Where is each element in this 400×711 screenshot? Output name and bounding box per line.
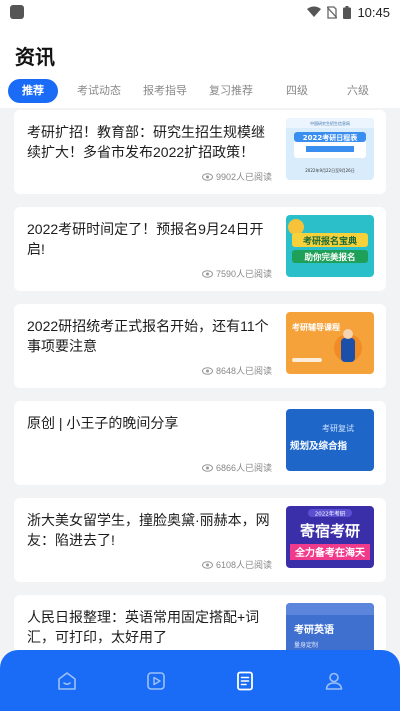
svg-text:考研复试: 考研复试 — [322, 423, 354, 433]
article-thumbnail: 考研辅导课程 — [286, 312, 374, 374]
tab-cet4[interactable]: 四级 — [272, 79, 322, 103]
article-card[interactable]: 原创 | 小王子的晚间分享 6866人已阅读 考研复试 规划及综合指 — [14, 401, 386, 485]
article-thumbnail: 2022年考研 寄宿考研 全力备考在海天 — [286, 506, 374, 568]
page-title: 资讯 — [15, 47, 55, 69]
article-title: 人民日报整理：英语常用固定搭配+词汇，可打印，太好用了 — [27, 609, 260, 645]
category-tabs: 推荐 考试动态 报考指导 复习推荐 四级 六级 — [0, 78, 400, 104]
article-title: 原创 | 小王子的晚间分享 — [27, 415, 179, 431]
svg-text:寄宿考研: 寄宿考研 — [300, 522, 360, 540]
article-thumbnail: 考研报名宝典 助你完美报名 — [286, 215, 374, 277]
svg-text:量身定制: 量身定制 — [294, 641, 318, 649]
article-views: 8648人已阅读 — [201, 364, 272, 377]
article-thumbnail: 考研复试 规划及综合指 — [286, 409, 374, 471]
header: 资讯 推荐 考试动态 报考指导 复习推荐 四级 六级 — [0, 24, 400, 108]
article-views-text: 7590人已阅读 — [215, 269, 272, 279]
svg-text:全力备考在海天: 全力备考在海天 — [294, 546, 366, 559]
article-views: 9902人已阅读 — [201, 170, 272, 183]
nav-video[interactable] — [136, 661, 176, 701]
article-thumbnail: 中国研究生招生信息网 2022考研日程表 2022年9月22日至9月26日 — [286, 118, 374, 180]
svg-text:中国研究生招生信息网: 中国研究生招生信息网 — [310, 120, 350, 126]
article-views: 6866人已阅读 — [201, 461, 272, 474]
svg-text:2022年9月22日至9月26日: 2022年9月22日至9月26日 — [305, 167, 354, 173]
svg-text:助你完美报名: 助你完美报名 — [304, 252, 355, 263]
article-title: 2022研招统考正式报名开始，还有11个事项要注意 — [27, 318, 269, 354]
status-time: 10:45 — [357, 4, 390, 20]
svg-text:考研辅导课程: 考研辅导课程 — [292, 322, 340, 332]
article-views-text: 6108人已阅读 — [215, 560, 272, 570]
battery-icon — [343, 5, 352, 19]
svg-text:2022年考研: 2022年考研 — [315, 510, 346, 518]
article-title: 考研扩招！教育部：研究生招生规模继续扩大！多省市发布2022扩招政策！ — [27, 124, 265, 160]
article-views-text: 8648人已阅读 — [215, 366, 272, 376]
article-card[interactable]: 浙大美女留学生，撞脸奥黛·丽赫本，网友：陷进去了! 6108人已阅读 2022年… — [14, 498, 386, 582]
eye-icon — [201, 560, 213, 569]
eye-icon — [201, 463, 213, 472]
wifi-icon — [307, 6, 322, 17]
play-icon — [146, 671, 165, 690]
article-views: 6108人已阅读 — [201, 558, 272, 571]
nav-news[interactable] — [225, 661, 265, 701]
article-title: 2022考研时间定了！预报名9月24日开启! — [27, 221, 264, 257]
bottom-nav — [0, 650, 400, 711]
document-icon — [236, 671, 253, 690]
article-card[interactable]: 考研扩招！教育部：研究生招生规模继续扩大！多省市发布2022扩招政策！ 9902… — [14, 110, 386, 194]
svg-text:考研英语: 考研英语 — [294, 623, 334, 636]
home-icon — [57, 671, 76, 690]
article-title: 浙大美女留学生，撞脸奥黛·丽赫本，网友：陷进去了! — [27, 512, 270, 548]
article-card[interactable]: 2022研招统考正式报名开始，还有11个事项要注意 8648人已阅读 考研辅导课… — [14, 304, 386, 388]
app-icon — [10, 5, 24, 19]
tab-exam-news[interactable]: 考试动态 — [74, 79, 124, 103]
tab-cet6[interactable]: 六级 — [338, 79, 378, 103]
article-views-text: 9902人已阅读 — [215, 172, 272, 182]
nav-profile[interactable] — [314, 661, 354, 701]
nav-home[interactable] — [47, 661, 87, 701]
article-card[interactable]: 2022考研时间定了！预报名9月24日开启! 7590人已阅读 考研报名宝典 助… — [14, 207, 386, 291]
eye-icon — [201, 269, 213, 278]
article-views: 7590人已阅读 — [201, 267, 272, 280]
eye-icon — [201, 366, 213, 375]
eye-icon — [201, 172, 213, 181]
svg-text:规划及综合指: 规划及综合指 — [290, 440, 348, 452]
tab-registration-guide[interactable]: 报考指导 — [140, 79, 190, 103]
tab-recommend[interactable]: 推荐 — [8, 79, 58, 103]
tab-review-recommend[interactable]: 复习推荐 — [206, 79, 256, 103]
svg-text:2022考研日程表: 2022考研日程表 — [303, 133, 358, 142]
profile-icon — [325, 672, 342, 690]
svg-text:考研报名宝典: 考研报名宝典 — [303, 235, 357, 247]
no-sim-icon — [327, 5, 338, 19]
article-views-text: 6866人已阅读 — [215, 463, 272, 473]
status-bar: 10:45 — [0, 0, 400, 24]
